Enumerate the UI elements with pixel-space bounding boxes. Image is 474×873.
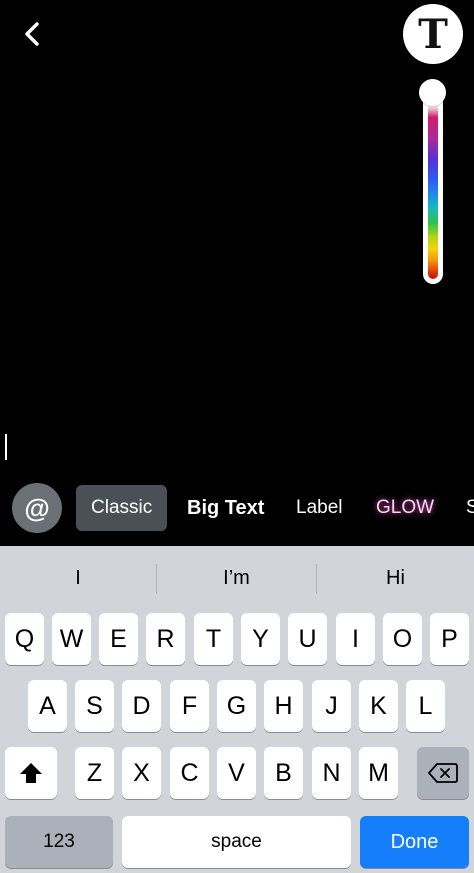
key-d[interactable]: D — [122, 680, 161, 732]
key-e[interactable]: E — [99, 613, 138, 665]
key-r[interactable]: R — [146, 613, 185, 665]
key-z[interactable]: Z — [75, 747, 114, 799]
key-x[interactable]: X — [122, 747, 161, 799]
key-l[interactable]: L — [406, 680, 445, 732]
suggestion-3[interactable]: Hi — [317, 546, 474, 610]
key-n[interactable]: N — [312, 747, 351, 799]
key-v[interactable]: V — [217, 747, 256, 799]
key-q[interactable]: Q — [5, 613, 44, 665]
color-slider[interactable] — [423, 86, 443, 284]
suggestion-2[interactable]: I’m — [157, 546, 316, 610]
color-gradient-track — [428, 91, 438, 279]
backspace-icon — [428, 763, 458, 783]
key-o[interactable]: O — [383, 613, 422, 665]
space-key[interactable]: space — [122, 816, 351, 868]
text-style-button[interactable]: T — [403, 4, 463, 64]
text-style-bar: Classic Big Text Label GLOW S — [76, 485, 474, 531]
key-i[interactable]: I — [336, 613, 375, 665]
style-option-glow[interactable]: GLOW — [376, 485, 434, 531]
delete-key[interactable] — [417, 747, 469, 799]
keyboard: I I’m Hi Q W E R T Y U I O P A S D F G H… — [0, 546, 474, 873]
key-b[interactable]: B — [264, 747, 303, 799]
story-text-editor: T @ Classic Big Text Label GLOW S I I’m … — [0, 0, 474, 873]
key-y[interactable]: Y — [241, 613, 280, 665]
text-tool-icon: T — [418, 11, 448, 58]
back-button[interactable] — [14, 16, 50, 52]
style-option-label[interactable]: Label — [296, 485, 343, 531]
key-c[interactable]: C — [170, 747, 209, 799]
key-f[interactable]: F — [170, 680, 209, 732]
key-j[interactable]: J — [312, 680, 351, 732]
chevron-left-icon — [25, 22, 39, 46]
suggestion-bar: I I’m Hi — [0, 546, 474, 610]
suggestion-1[interactable]: I — [0, 546, 156, 610]
at-sign-icon: @ — [24, 492, 50, 523]
key-p[interactable]: P — [430, 613, 469, 665]
mention-button[interactable]: @ — [12, 483, 62, 533]
shift-arrow-icon — [20, 763, 42, 783]
key-h[interactable]: H — [264, 680, 303, 732]
key-k[interactable]: K — [359, 680, 398, 732]
style-option-classic[interactable]: Classic — [76, 485, 168, 531]
style-option-big-text[interactable]: Big Text — [187, 485, 264, 531]
style-option-partial[interactable]: S — [466, 485, 474, 531]
key-m[interactable]: M — [359, 747, 398, 799]
key-u[interactable]: U — [288, 613, 327, 665]
color-slider-knob[interactable] — [419, 79, 446, 106]
key-a[interactable]: A — [28, 680, 67, 732]
text-input-cursor[interactable] — [5, 434, 7, 460]
key-s[interactable]: S — [75, 680, 114, 732]
shift-key[interactable] — [5, 747, 57, 799]
key-g[interactable]: G — [217, 680, 256, 732]
key-t[interactable]: T — [194, 613, 233, 665]
key-w[interactable]: W — [52, 613, 91, 665]
done-key[interactable]: Done — [360, 816, 469, 868]
numbers-key[interactable]: 123 — [5, 816, 113, 868]
